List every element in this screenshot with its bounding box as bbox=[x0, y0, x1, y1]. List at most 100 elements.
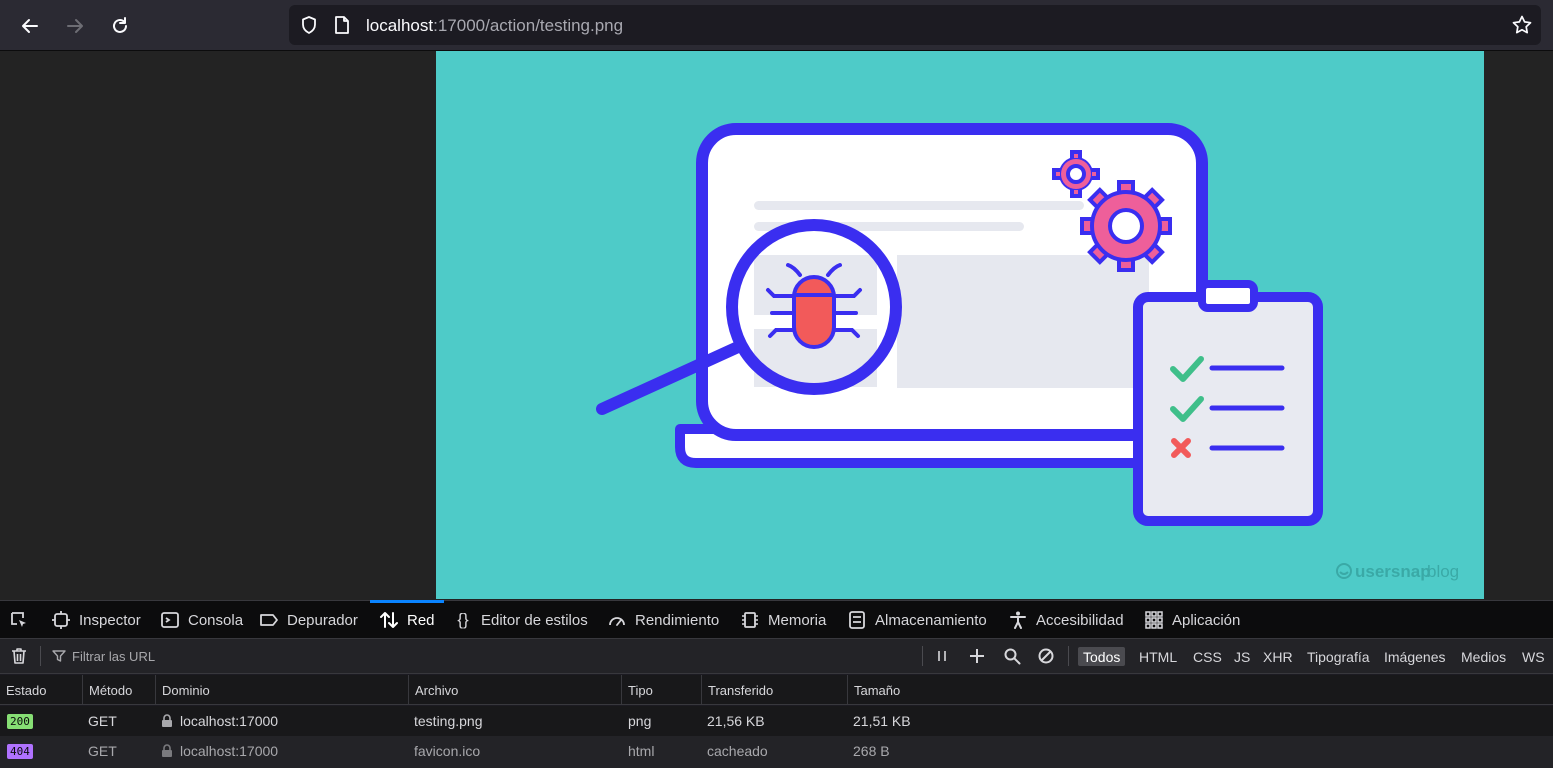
usersnap-logo: usersnap blog bbox=[1336, 562, 1459, 581]
requests-table-header: Estado Método Dominio Archivo Tipo Trans… bbox=[0, 675, 1553, 705]
accessibility-icon bbox=[1010, 611, 1026, 629]
column-type[interactable]: Tipo bbox=[621, 675, 701, 705]
network-filterbar: Filtrar las URL Todos HTML CSS JS XHR Ti… bbox=[0, 638, 1553, 674]
domain-text: localhost:17000 bbox=[180, 743, 279, 759]
column-method[interactable]: Método bbox=[82, 675, 155, 705]
size-cell: 268 B bbox=[853, 743, 890, 759]
clear-requests-button[interactable] bbox=[10, 639, 28, 673]
forward-button[interactable] bbox=[61, 12, 89, 40]
tab-console-label: Consola bbox=[188, 611, 244, 629]
pause-icon bbox=[938, 651, 946, 661]
column-file[interactable]: Archivo bbox=[408, 675, 621, 705]
trash-icon bbox=[12, 648, 26, 664]
status-cell: 404 bbox=[0, 736, 33, 766]
column-domain[interactable]: Dominio bbox=[155, 675, 408, 705]
file-cell: favicon.ico bbox=[414, 743, 481, 759]
tab-storage-label: Almacenamiento bbox=[875, 611, 987, 629]
element-picker-button[interactable] bbox=[9, 601, 29, 639]
arrow-right-icon bbox=[67, 19, 83, 33]
lock-icon bbox=[162, 714, 172, 727]
memory-icon bbox=[742, 612, 758, 628]
shield-icon[interactable] bbox=[299, 15, 319, 35]
type-cell: png bbox=[628, 713, 652, 729]
filter-media[interactable]: Medios bbox=[1456, 647, 1511, 666]
style-editor-icon: {} bbox=[457, 610, 469, 629]
tab-network[interactable]: Red bbox=[370, 600, 443, 639]
status-badge: 404 bbox=[7, 743, 33, 759]
watermark-suffix: blog bbox=[1427, 562, 1459, 581]
url-filter-input[interactable]: Filtrar las URL bbox=[52, 639, 912, 673]
tab-application-label: Aplicación bbox=[1172, 611, 1241, 629]
gear-large-icon bbox=[1080, 180, 1172, 272]
application-icon bbox=[1145, 611, 1163, 629]
tab-application[interactable]: Aplicación bbox=[1144, 601, 1240, 639]
tab-style-editor[interactable]: {} Editor de estilos bbox=[453, 601, 588, 639]
tab-storage[interactable]: Almacenamiento bbox=[847, 601, 987, 639]
table-row[interactable]: 404 GET localhost:17000 favicon.ico html… bbox=[0, 736, 1553, 768]
watermark-brand: usersnap bbox=[1355, 562, 1431, 581]
inspector-icon bbox=[52, 611, 70, 629]
storage-icon bbox=[849, 611, 865, 629]
bookmark-star-icon[interactable] bbox=[1511, 14, 1533, 36]
arrow-left-icon bbox=[22, 19, 38, 33]
tab-inspector-label: Inspector bbox=[79, 611, 141, 629]
file-cell: testing.png bbox=[414, 713, 483, 729]
tab-style-editor-label: Editor de estilos bbox=[481, 611, 588, 629]
method-cell: GET bbox=[88, 713, 117, 729]
performance-icon bbox=[609, 617, 625, 626]
browser-toolbar: localhost:17000/action/testing.png bbox=[0, 0, 1553, 51]
page-icon[interactable] bbox=[333, 15, 351, 35]
lock-icon bbox=[162, 744, 172, 757]
reload-button[interactable] bbox=[106, 12, 134, 40]
method-cell: GET bbox=[88, 743, 117, 759]
filter-images[interactable]: Imágenes bbox=[1379, 647, 1450, 666]
filter-fonts[interactable]: Tipografía bbox=[1302, 647, 1375, 666]
filter-ws[interactable]: WS bbox=[1517, 647, 1550, 666]
plus-icon bbox=[970, 649, 984, 663]
back-button[interactable] bbox=[16, 12, 44, 40]
console-icon bbox=[161, 612, 179, 628]
page-content: usersnap blog bbox=[0, 51, 1553, 600]
testing-illustration: usersnap blog bbox=[596, 123, 1459, 581]
filter-all[interactable]: Todos bbox=[1078, 647, 1126, 666]
reload-icon bbox=[113, 17, 127, 33]
transferred-cell: 21,56 KB bbox=[707, 713, 765, 729]
type-cell: html bbox=[628, 743, 655, 759]
tab-accessibility[interactable]: Accesibilidad bbox=[1008, 601, 1124, 639]
block-icon bbox=[1038, 648, 1054, 664]
block-requests-button[interactable] bbox=[1037, 639, 1055, 673]
filter-xhr[interactable]: XHR bbox=[1258, 647, 1298, 666]
filter-js[interactable]: JS bbox=[1229, 647, 1255, 666]
element-picker-icon bbox=[11, 612, 26, 627]
tab-inspector[interactable]: Inspector bbox=[51, 601, 141, 639]
size-cell: 21,51 KB bbox=[853, 713, 911, 729]
url-text[interactable]: localhost:17000/action/testing.png bbox=[366, 16, 623, 36]
filter-css[interactable]: CSS bbox=[1188, 647, 1227, 666]
tab-console[interactable]: Consola bbox=[160, 601, 243, 639]
tab-memory[interactable]: Memoria bbox=[740, 601, 826, 639]
tab-performance-label: Rendimiento bbox=[635, 611, 720, 629]
tab-debugger-label: Depurador bbox=[287, 611, 358, 629]
status-badge: 200 bbox=[7, 713, 33, 729]
transferred-cell: cacheado bbox=[707, 743, 768, 759]
table-row[interactable]: 200 GET localhost:17000 testing.png png … bbox=[0, 706, 1553, 736]
column-status[interactable]: Estado bbox=[0, 675, 82, 705]
tab-debugger[interactable]: Depurador bbox=[259, 601, 358, 639]
add-request-button[interactable] bbox=[968, 639, 986, 673]
network-icon bbox=[380, 612, 398, 628]
domain-cell: localhost:17000 bbox=[154, 736, 278, 766]
pause-button[interactable] bbox=[934, 639, 950, 673]
tab-performance[interactable]: Rendimiento bbox=[607, 601, 719, 639]
tab-memory-label: Memoria bbox=[768, 611, 827, 629]
tab-accessibility-label: Accesibilidad bbox=[1036, 611, 1124, 629]
debugger-icon bbox=[260, 614, 278, 626]
domain-text: localhost:17000 bbox=[180, 713, 279, 729]
filter-html[interactable]: HTML bbox=[1134, 647, 1182, 666]
address-bar[interactable]: localhost:17000/action/testing.png bbox=[289, 5, 1541, 45]
url-filter-placeholder: Filtrar las URL bbox=[72, 648, 156, 664]
testing-image: usersnap blog bbox=[436, 51, 1484, 599]
search-icon bbox=[1004, 648, 1021, 665]
column-transferred[interactable]: Transferido bbox=[701, 675, 847, 705]
column-size[interactable]: Tamaño bbox=[847, 675, 1553, 705]
search-button[interactable] bbox=[1003, 639, 1021, 673]
